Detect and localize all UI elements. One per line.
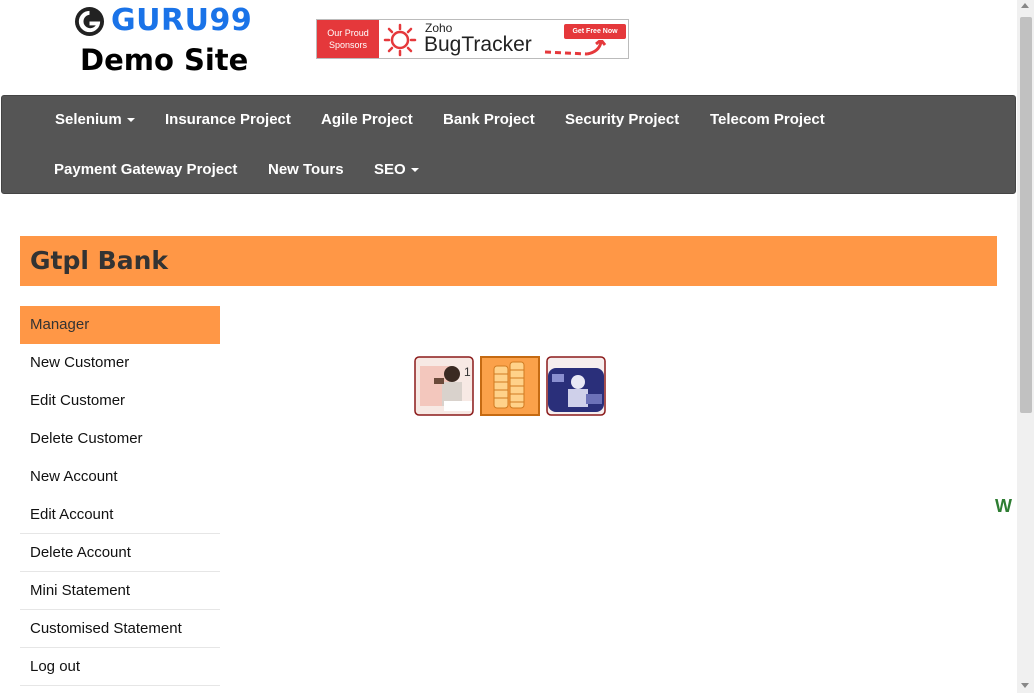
page-title: Gtpl Bank bbox=[30, 246, 168, 275]
ad-cta-button[interactable]: Get Free Now bbox=[564, 24, 626, 39]
main-navbar: Selenium Insurance Project Agile Project… bbox=[1, 95, 1016, 194]
nav-selenium-dropdown[interactable]: Selenium bbox=[55, 111, 135, 129]
menu-item-log-out[interactable]: Log out bbox=[20, 648, 220, 686]
menu-item-manager[interactable]: Manager bbox=[20, 306, 220, 344]
sponsor-ad-banner[interactable]: Our Proud Sponsors Zoho BugTracker Get F… bbox=[316, 19, 629, 59]
menu-item-delete-account[interactable]: Delete Account bbox=[20, 534, 220, 572]
site-logo[interactable]: GURU99 Demo Site bbox=[74, 4, 264, 80]
menu-item-delete-customer[interactable]: Delete Customer bbox=[20, 420, 220, 458]
caret-down-icon bbox=[410, 168, 419, 173]
nav-seo-dropdown[interactable]: SEO bbox=[374, 161, 419, 179]
nav-insurance-project[interactable]: Insurance Project bbox=[165, 111, 291, 129]
menu-item-edit-customer[interactable]: Edit Customer bbox=[20, 382, 220, 420]
nav-agile-project[interactable]: Agile Project bbox=[321, 111, 413, 129]
page-title-bar: Gtpl Bank bbox=[20, 236, 997, 286]
side-menu: Manager New Customer Edit Customer Delet… bbox=[20, 306, 220, 686]
ad-sponsor-line-1: Our Proud bbox=[327, 28, 369, 38]
nav-telecom-project[interactable]: Telecom Project bbox=[710, 111, 825, 129]
caret-down-icon bbox=[126, 118, 135, 123]
menu-item-customised-statement[interactable]: Customised Statement bbox=[20, 610, 220, 648]
menu-item-mini-statement[interactable]: Mini Statement bbox=[20, 572, 220, 610]
nav-selenium-label: Selenium bbox=[55, 111, 122, 128]
welcome-marquee-text: W bbox=[995, 496, 1012, 516]
menu-item-edit-account[interactable]: Edit Account bbox=[20, 496, 220, 534]
menu-item-new-customer[interactable]: New Customer bbox=[20, 344, 220, 382]
scroll-up-arrow-icon[interactable] bbox=[1021, 3, 1029, 8]
scrollbar-thumb[interactable] bbox=[1020, 17, 1032, 413]
svg-text:1: 1 bbox=[464, 365, 471, 379]
logo-brand-text: GURU99 bbox=[111, 3, 253, 38]
nav-bank-project[interactable]: Bank Project bbox=[443, 111, 535, 129]
nav-payment-gateway-project[interactable]: Payment Gateway Project bbox=[54, 161, 237, 179]
guru99-logo-icon bbox=[74, 6, 105, 36]
ad-product-text: BugTracker bbox=[424, 33, 532, 56]
coins-stack-image bbox=[480, 356, 540, 416]
ad-sponsor-label: Our Proud Sponsors bbox=[317, 20, 379, 58]
nav-new-tours[interactable]: New Tours bbox=[268, 161, 344, 179]
bug-sun-icon bbox=[383, 23, 417, 57]
ad-sponsor-line-2: Sponsors bbox=[328, 40, 368, 50]
nav-seo-label: SEO bbox=[374, 161, 406, 178]
customer-phone-image: 1 bbox=[414, 356, 474, 416]
logo-subtitle: Demo Site bbox=[80, 43, 249, 77]
scroll-down-arrow-icon[interactable] bbox=[1021, 683, 1029, 688]
ad-arrow-icon bbox=[544, 40, 607, 56]
banking-image-strip: 1 bbox=[414, 356, 607, 416]
nav-security-project[interactable]: Security Project bbox=[565, 111, 679, 129]
customer-service-image bbox=[546, 356, 606, 416]
menu-item-new-account[interactable]: New Account bbox=[20, 458, 220, 496]
